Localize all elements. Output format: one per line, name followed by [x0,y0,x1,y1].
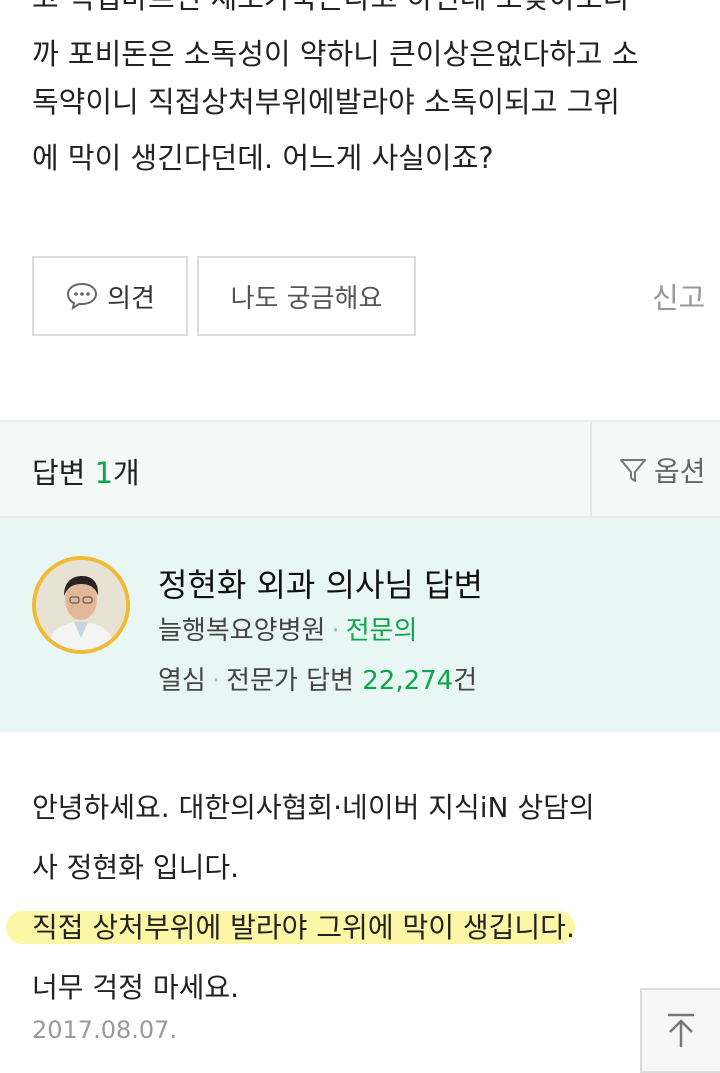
expert-affiliation: 늘행복요양병원 · 전문의 [158,616,418,646]
activity-badge: 열심 [158,666,206,696]
report-link[interactable]: 신고 [652,275,705,317]
expert-title[interactable]: 정현화 외과 의사님 답변 [158,560,483,606]
hospital-name: 늘행복요양병원 [158,616,326,646]
expert-role: 전문의 [345,616,418,646]
stat-label: 전문가 답변 [226,666,354,696]
options-divider [590,422,592,518]
answer-line: 너무 걱정 마세요. [32,971,240,1004]
me-too-curious-button[interactable]: 나도 궁금해요 [197,256,416,336]
answer-line-highlighted: 직접 상처부위에 발라야 그위에 막이 생깁니다. [6,898,712,958]
scroll-to-top-button[interactable] [640,988,720,1073]
question-line: 고 직접바르면 세포가죽는다고 하던데 또찾아보니 [32,0,720,18]
expert-profile: 정현화 외과 의사님 답변 늘행복요양병원 · 전문의 열심 · 전문가 답변 22,2… [0,518,720,732]
question-text: 고 직접바르면 세포가죽는다고 하던데 또찾아보니 까 포비돈은 소독성이 약하… [32,0,720,182]
opinion-button[interactable]: 의견 [32,256,188,336]
answer-line: 사 정현화 입니다. [32,851,240,884]
opinion-label: 의견 [107,283,155,314]
question-line: 까 포비돈은 소독성이 약하니 큰이상은없다하고 소 [32,37,639,71]
answer-total: 22,274 [362,666,454,696]
me-too-curious-label: 나도 궁금해요 [230,283,383,314]
options-button[interactable]: 옵션 [618,450,706,490]
answers-header: 답변 1개 옵션 [0,420,720,518]
speech-bubble-icon [67,282,98,311]
answer-line: 안녕하세요. 대한의사협회·네이버 지식iN 상담의 [32,791,595,824]
expert-stats: 열심 · 전문가 답변 22,274건 [158,666,478,696]
filter-icon [620,459,646,482]
answer-count: 답변 1개 [32,456,140,490]
arrow-up-icon [668,1013,694,1047]
avatar[interactable] [32,556,130,654]
question-line: 에 막이 생긴다던데. 어느게 사실이죠? [32,141,494,175]
answer-body: 안녕하세요. 대한의사협회·네이버 지식iN 상담의 사 정현화 입니다. 직접… [6,778,712,1018]
answer-date: 2017.08.07. [32,1016,178,1044]
options-label: 옵션 [654,455,706,488]
question-line: 독약이니 직접상처부위에발라야 소독이되고 그위 [32,85,620,119]
answer-unit: 건 [453,666,478,696]
doctor-photo [36,560,126,650]
